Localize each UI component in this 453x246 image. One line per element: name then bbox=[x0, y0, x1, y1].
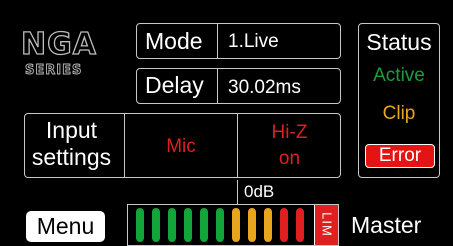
meter-segment bbox=[184, 208, 192, 242]
meter-segment bbox=[280, 208, 288, 242]
meter-segment bbox=[136, 208, 144, 242]
meter-segment bbox=[296, 208, 304, 242]
delay-field[interactable]: Delay 30.02ms bbox=[136, 68, 341, 104]
master-label: Master bbox=[351, 212, 422, 238]
delay-label: Delay bbox=[145, 72, 204, 98]
meter-segment bbox=[216, 208, 224, 242]
delay-value: 30.02ms bbox=[228, 77, 301, 98]
delay-divider bbox=[217, 68, 218, 104]
menu-button[interactable]: Menu bbox=[26, 211, 105, 242]
input-settings-label-line2: settings bbox=[31, 144, 112, 170]
meter-segment bbox=[264, 208, 272, 242]
meter-segment bbox=[248, 208, 256, 242]
hiz-state: on bbox=[278, 148, 301, 169]
series-logo: SERIES bbox=[25, 63, 83, 78]
status-title: Status bbox=[366, 29, 432, 55]
mode-value: 1.Live bbox=[228, 31, 279, 52]
input-settings-label-line1: Input bbox=[45, 117, 98, 143]
hiz-label: Hi-Z bbox=[271, 122, 308, 143]
input-settings-panel: Input settings Mic Hi-Z on bbox=[24, 113, 341, 178]
status-active: Active bbox=[373, 65, 425, 86]
brand-logo: NGA bbox=[20, 27, 97, 62]
meter-segment bbox=[152, 208, 160, 242]
meter-segment bbox=[168, 208, 176, 242]
meter-segment bbox=[232, 208, 240, 242]
meter-segment bbox=[200, 208, 208, 242]
mode-divider bbox=[217, 23, 218, 59]
hiz-toggle[interactable]: Hi-Z on bbox=[238, 114, 341, 177]
limiter-label: LIM bbox=[319, 212, 335, 237]
level-meter: LIM bbox=[127, 204, 339, 246]
mode-selector[interactable]: Mode 1.Live bbox=[136, 23, 341, 59]
zero-db-label: 0dB bbox=[244, 182, 275, 201]
device-screen: { "logo": { "brand": "NGA", "series": "S… bbox=[0, 0, 453, 246]
status-clip: Clip bbox=[382, 103, 416, 124]
mic-toggle[interactable]: Mic bbox=[125, 137, 237, 156]
status-error-badge: Error bbox=[365, 144, 435, 168]
zero-db-marker bbox=[237, 180, 238, 206]
limiter-indicator: LIM bbox=[314, 205, 338, 245]
status-panel: Status Active Clip Error bbox=[358, 23, 440, 178]
mode-label: Mode bbox=[145, 28, 203, 54]
